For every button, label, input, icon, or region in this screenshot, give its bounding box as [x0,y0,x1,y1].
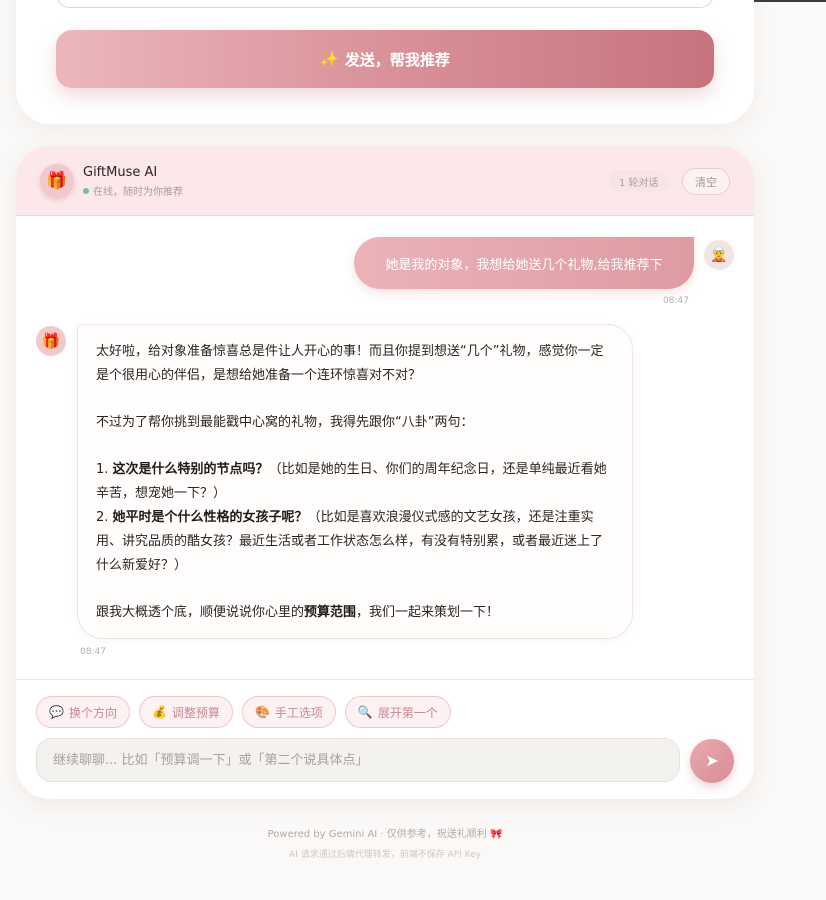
bot-message-time: 08:47 [80,647,106,657]
user-message-bubble: 她是我的对象，我想给她送几个礼物,给我推荐下 [354,237,694,289]
bot-paragraph: 太好啦，给对象准备惊喜总是件让人开心的事！而且你提到想送“几个”礼物，感觉你一定… [96,344,604,383]
bot-paragraph: 跟我大概透个底，顺便说说你心里的预算范围，我们一起来策划一下！ [96,605,500,620]
user-avatar-icon: 🧝 [704,240,734,270]
speech-bubble-icon: 💬 [49,705,64,719]
rounds-badge: 1 轮对话 [609,170,669,192]
bot-status: 在线，随时为你推荐 [83,183,183,198]
send-message-button[interactable]: ➤ [690,739,734,783]
send-recommend-label: 发送，帮我推荐 [344,51,450,69]
sparkles-icon: ✨ [320,51,339,68]
chat-header: 🎁 GiftMuse AI 在线，随时为你推荐 1 轮对话 清空 [16,146,754,216]
chat-input[interactable] [36,738,680,782]
chat-panel: 🎁 GiftMuse AI 在线，随时为你推荐 1 轮对话 清空 她是我的对象，… [16,146,754,799]
bot-paragraph: 不过为了帮你挑到最能戳中心窝的礼物，我得先跟你“八卦”两句： [96,415,474,430]
window-edge-line [754,0,826,2]
bot-status-text: 在线，随时为你推荐 [93,187,183,198]
yarn-icon: 🎨 [254,705,270,719]
chip-expand-first[interactable]: 🔍 展开第一个 [344,696,451,728]
chip-handmade-options[interactable]: 🎨 手工选项 [241,696,336,728]
user-message-time: 08:47 [663,296,689,306]
gift-icon: 🎁 [36,326,66,356]
form-input-field-edge[interactable] [56,0,714,8]
send-recommend-button[interactable]: ✨ 发送，帮我推荐 [56,30,714,88]
recommend-form-card: ✨ 发送，帮我推荐 [16,0,754,124]
bot-name: GiftMuse AI [83,165,158,180]
bot-message-bubble: 太好啦，给对象准备惊喜总是件让人开心的事！而且你提到想送“几个”礼物，感觉你一定… [77,324,633,639]
money-bag-icon: 💰 [151,705,167,719]
bot-question-1: 1. 这次是什么特别的节点吗？（比如是她的生日、你们的周年纪念日，还是单纯最近看… [96,462,607,501]
magnifier-icon: 🔍 [357,705,373,719]
paper-plane-icon: ➤ [705,753,719,770]
bot-question-2: 2. 她平时是个什么性格的女孩子呢？（比如是喜欢浪漫仪式感的文艺女孩，还是注重实… [96,510,604,573]
footer-disclaimer: AI 请求通过后端代理转发，前端不保存 API Key [289,850,481,860]
divider [16,679,754,680]
gift-icon: 🎁 [40,164,74,198]
chip-adjust-budget[interactable]: 💰 调整预算 [138,696,233,728]
online-dot-icon [83,187,89,194]
chip-change-direction[interactable]: 💬 换个方向 [36,696,130,728]
footer-powered-by: Powered by Gemini AI · 仅供参考，祝送礼顺利 🎀 [267,829,503,840]
quick-reply-chips: 💬 换个方向 💰 调整预算 🎨 手工选项 🔍 展开第一个 [36,696,451,728]
clear-chat-button[interactable]: 清空 [682,168,730,195]
